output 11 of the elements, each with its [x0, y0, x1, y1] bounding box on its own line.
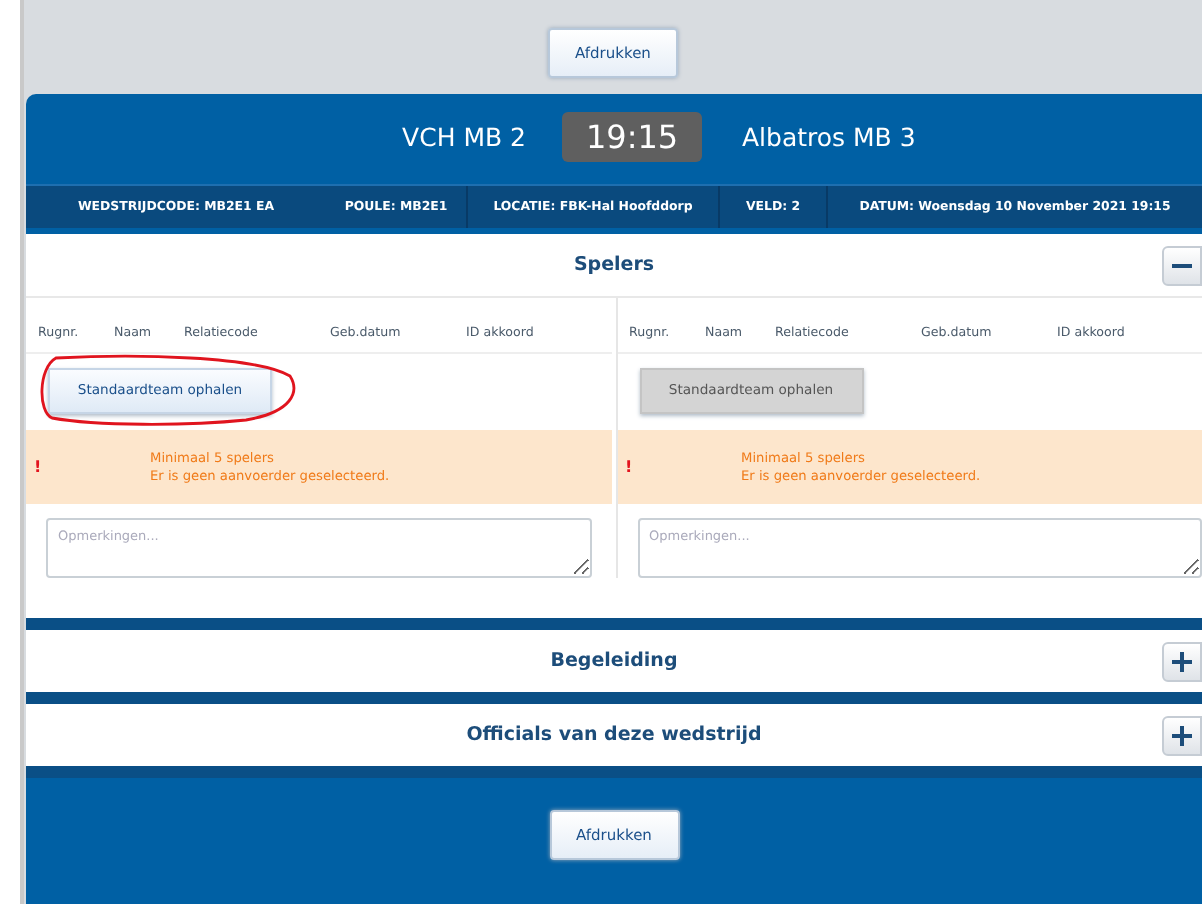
warning-icon: ! — [617, 458, 741, 476]
warning-icon: ! — [26, 458, 150, 476]
expand-button[interactable] — [1162, 716, 1202, 756]
section-title: Begeleiding — [550, 650, 678, 672]
away-team-name: Albatros MB 3 — [742, 122, 918, 152]
section-title: Spelers — [573, 254, 655, 276]
home-team-name: VCH MB 2 — [400, 122, 526, 152]
expand-button[interactable] — [1162, 642, 1202, 682]
section-title: Officials van deze wedstrijd — [466, 724, 762, 746]
collapse-button[interactable] — [1162, 246, 1202, 286]
match-time: 19:15 — [562, 112, 702, 162]
